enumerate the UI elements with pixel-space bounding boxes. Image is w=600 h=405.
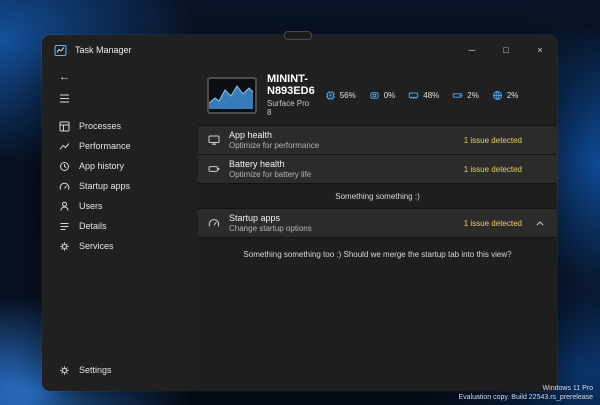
device-info: MININT-N893ED6 Surface Pro 8	[267, 73, 315, 117]
gpu-icon	[369, 90, 380, 101]
content-pane: MININT-N893ED6 Surface Pro 8 56% 0% 48%	[198, 65, 557, 391]
sidebar-item-label: Processes	[79, 121, 121, 131]
window-drag-handle[interactable]	[284, 31, 312, 40]
memory-stat[interactable]: 48%	[408, 90, 439, 101]
clock-history-icon	[59, 161, 70, 172]
sidebar-item-label: Services	[79, 241, 114, 251]
status-badge: 1 issue detected	[464, 136, 522, 145]
sidebar-nav: Processes Performance App history Startu…	[42, 116, 198, 256]
disk-icon	[452, 90, 463, 101]
cpu-stat[interactable]: 56%	[325, 90, 356, 101]
sidebar-item-performance[interactable]: Performance	[42, 136, 198, 156]
hamburger-icon	[59, 93, 70, 104]
sidebar-item-settings[interactable]: Settings	[42, 360, 215, 380]
row-subtitle: Optimize for battery life	[229, 170, 311, 179]
performance-icon	[59, 141, 70, 152]
sidebar-item-services[interactable]: Services	[42, 236, 198, 256]
memory-icon	[408, 90, 419, 101]
network-value: 2%	[507, 91, 519, 100]
row-subtitle: Optimize for performance	[229, 141, 319, 150]
performance-thumbnail[interactable]	[207, 77, 257, 114]
maximize-button[interactable]: □	[489, 35, 523, 65]
gauge-icon	[59, 181, 70, 192]
globe-icon	[492, 90, 503, 101]
user-icon	[59, 201, 70, 212]
row-text: Startup apps Change startup options	[229, 213, 312, 233]
window-title: Task Manager	[75, 45, 132, 55]
sidebar-item-app-history[interactable]: App history	[42, 156, 198, 176]
services-gear-icon	[59, 241, 70, 252]
back-button[interactable]: ←	[42, 65, 198, 85]
device-model: Surface Pro 8	[267, 99, 315, 117]
status-badge: 1 issue detected	[464, 165, 522, 174]
health-row-battery[interactable]: Battery health Optimize for battery life…	[198, 155, 557, 183]
gpu-stat[interactable]: 0%	[369, 90, 396, 101]
sidebar-item-processes[interactable]: Processes	[42, 116, 198, 136]
watermark-line1: Windows 11 Pro	[458, 384, 593, 393]
watermark-line2: Evaluation copy. Build 22543.rs_prerelea…	[458, 393, 593, 402]
cpu-icon	[325, 90, 336, 101]
list-icon	[59, 221, 70, 232]
row-title: Battery health	[229, 159, 311, 169]
health-row-app[interactable]: App health Optimize for performance 1 is…	[198, 126, 557, 154]
memory-value: 48%	[423, 91, 439, 100]
processes-icon	[59, 121, 70, 132]
startup-expanded-note: Something something too :) Should we mer…	[198, 238, 557, 391]
task-manager-app-icon	[54, 44, 67, 57]
sidebar-item-startup-apps[interactable]: Startup apps	[42, 176, 198, 196]
sidebar-item-label: Settings	[79, 365, 112, 375]
battery-expanded-note: Something something :)	[198, 184, 557, 208]
minimize-button[interactable]: ─	[455, 35, 489, 65]
device-header: MININT-N893ED6 Surface Pro 8 56% 0% 48%	[198, 65, 557, 125]
gpu-value: 0%	[384, 91, 396, 100]
sidebar-item-label: Details	[79, 221, 107, 231]
settings-gear-icon	[59, 365, 70, 376]
row-text: App health Optimize for performance	[229, 130, 319, 150]
task-manager-window: Task Manager ─ □ × ← Processes Performan…	[42, 35, 557, 391]
battery-icon	[208, 163, 220, 175]
cpu-value: 56%	[340, 91, 356, 100]
row-title: Startup apps	[229, 213, 312, 223]
resource-stats: 56% 0% 48% 2%	[325, 90, 557, 101]
gauge-icon	[208, 217, 220, 229]
row-subtitle: Change startup options	[229, 224, 312, 233]
sidebar-item-label: Performance	[79, 141, 131, 151]
chevron-up-icon[interactable]	[531, 221, 549, 226]
row-text: Battery health Optimize for battery life	[229, 159, 311, 179]
sidebar-item-label: Users	[79, 201, 103, 211]
hamburger-menu-button[interactable]	[42, 85, 198, 108]
device-name: MININT-N893ED6	[267, 73, 315, 97]
sidebar-item-label: Startup apps	[79, 181, 130, 191]
health-row-startup[interactable]: Startup apps Change startup options 1 is…	[198, 209, 557, 237]
disk-stat[interactable]: 2%	[452, 90, 479, 101]
disk-value: 2%	[467, 91, 479, 100]
row-title: App health	[229, 130, 319, 140]
sidebar-item-label: App history	[79, 161, 124, 171]
status-badge: 1 issue detected	[464, 219, 522, 228]
sidebar-item-users[interactable]: Users	[42, 196, 198, 216]
evaluation-watermark: Windows 11 Pro Evaluation copy. Build 22…	[458, 384, 593, 402]
sidebar-item-details[interactable]: Details	[42, 216, 198, 236]
network-stat[interactable]: 2%	[492, 90, 519, 101]
close-button[interactable]: ×	[523, 35, 557, 65]
window-body: ← Processes Performance App history	[42, 65, 557, 391]
sidebar: ← Processes Performance App history	[42, 65, 198, 391]
monitor-icon	[208, 134, 220, 146]
window-controls: ─ □ ×	[455, 35, 557, 65]
